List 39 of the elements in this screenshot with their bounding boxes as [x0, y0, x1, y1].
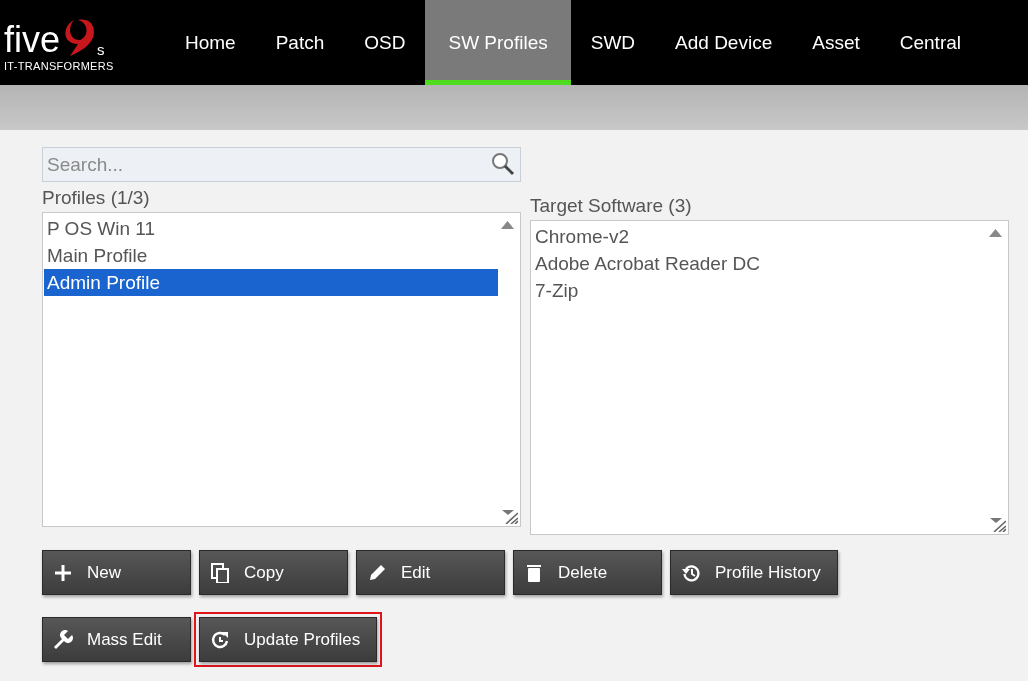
pencil-icon — [367, 562, 387, 583]
nav-tab[interactable]: Patch — [255, 0, 345, 85]
list-title: Target Software (3) — [530, 195, 693, 217]
nav-tab[interactable]: Home — [165, 0, 256, 85]
list-item[interactable]: Adobe Acrobat Reader DC — [532, 250, 986, 277]
plus-icon — [53, 562, 73, 583]
action-button[interactable]: New — [42, 550, 191, 595]
scroll-up-icon[interactable] — [501, 221, 514, 229]
nav-tab[interactable]: Central — [879, 0, 981, 85]
action-button[interactable]: Edit — [356, 550, 505, 595]
resize-grip-icon[interactable] — [502, 510, 518, 524]
copy-icon — [210, 562, 230, 583]
action-button[interactable]: Mass Edit — [42, 617, 191, 662]
list-item[interactable]: P OS Win 11 — [44, 215, 498, 242]
list-title: Profiles (1/3) — [42, 187, 151, 209]
wrench-icon — [53, 629, 73, 650]
nav-tab[interactable]: Add Device — [655, 0, 793, 85]
action-button[interactable]: Delete — [513, 550, 662, 595]
list-item[interactable]: Chrome-v2 — [532, 223, 986, 250]
list-item[interactable]: Admin Profile — [44, 269, 498, 296]
trash-icon — [524, 562, 544, 583]
resize-grip-icon[interactable] — [990, 518, 1006, 532]
logo-text: five — [4, 21, 61, 58]
action-button[interactable]: Profile History — [670, 550, 838, 595]
logo-tagline: IT-TRANSFORMERS — [4, 59, 115, 72]
nav-tab[interactable]: SWD — [570, 0, 656, 85]
nav-tab[interactable]: SW Profiles — [425, 0, 571, 85]
nav-tab[interactable]: Asset — [792, 0, 880, 85]
action-button[interactable]: Update Profiles — [199, 617, 378, 662]
nav-tab[interactable]: OSD — [344, 0, 426, 85]
history-icon — [681, 562, 701, 583]
search-icon — [491, 152, 515, 176]
search-field[interactable]: Search... — [42, 147, 521, 182]
list-item[interactable]: Main Profile — [44, 242, 498, 269]
action-button[interactable]: Copy — [199, 550, 348, 595]
list-item[interactable]: 7-Zip — [532, 277, 986, 304]
scroll-up-icon[interactable] — [989, 229, 1002, 237]
logo-text: s — [97, 40, 105, 58]
refresh-icon — [210, 629, 230, 650]
